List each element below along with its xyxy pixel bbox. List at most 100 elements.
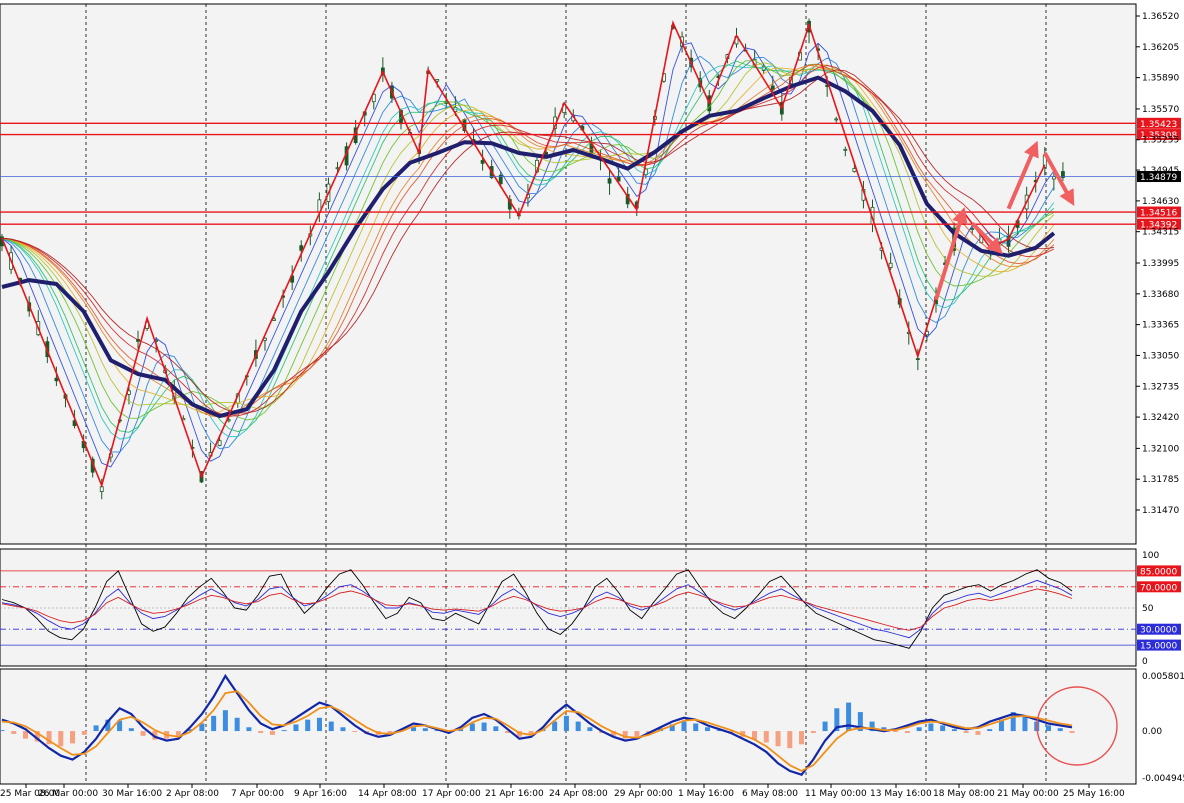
price-tick-label: 1.33365: [1142, 321, 1179, 331]
osc-level-label: 85.0000: [1140, 567, 1177, 577]
macd-hist-bar: [316, 717, 322, 732]
price-pane-bg: [0, 3, 1137, 545]
oscillator-pane-bg: [0, 548, 1137, 667]
candle-body: [843, 148, 848, 151]
macd-hist-bar: [469, 723, 475, 732]
candle-body: [435, 79, 440, 82]
time-tick-label: 24 Apr 08:00: [549, 789, 608, 799]
candle-body: [607, 178, 612, 184]
macd-hist-bar: [634, 731, 640, 737]
macd-hist-bar: [305, 719, 311, 732]
price-tick-label: 1.33050: [1142, 351, 1179, 361]
macd-hist-bar: [963, 731, 969, 733]
macd-hist-bar: [211, 715, 217, 732]
price-tick-label: 1.32420: [1142, 413, 1179, 423]
macd-hist-bar: [704, 727, 710, 732]
macd-hist-bar: [928, 723, 934, 732]
macd-hist-bar: [422, 728, 428, 732]
price-tick-label: 1.35890: [1142, 74, 1179, 84]
price-tick-label: 1.36205: [1142, 43, 1179, 53]
price-axis: 1.354231.353081.348791.345161.343921.365…: [1136, 12, 1184, 784]
macd-hist-bar: [1069, 731, 1075, 733]
macd-hist-bar: [987, 729, 993, 732]
macd-hist-bar: [140, 731, 146, 736]
candle-body: [834, 118, 839, 121]
macd-hist-bar: [11, 731, 17, 734]
macd-hist-bar: [681, 721, 687, 732]
macd-hist-bar: [222, 710, 228, 732]
time-tick-label: 2 Apr 08:00: [166, 789, 219, 799]
candle-body: [217, 440, 222, 446]
time-tick-label: 9 Apr 16:00: [294, 789, 347, 799]
macd-hist-bar: [352, 731, 358, 733]
macd-hist-bar: [481, 722, 487, 732]
macd-hist-bar: [693, 723, 699, 732]
macd-hist-bar: [328, 721, 334, 732]
macd-hist-bar: [246, 727, 252, 732]
price-tick-label: 1.32100: [1142, 444, 1179, 454]
macd-hist-bar: [940, 725, 946, 732]
price-tick-label: 1.33680: [1142, 290, 1179, 300]
macd-hist-bar: [563, 715, 569, 732]
candle-body: [852, 168, 857, 172]
price-tick-label: 1.34945: [1142, 166, 1179, 176]
macd-hist-bar: [234, 717, 240, 732]
candle-body: [272, 318, 276, 321]
macd-hist-bar: [822, 721, 828, 732]
candle-body: [335, 167, 340, 170]
macd-hist-bar: [1057, 728, 1063, 732]
time-tick-label: 7 Apr 00:00: [231, 789, 284, 799]
macd-hist-bar: [1022, 715, 1028, 732]
macd-hist-bar: [1045, 725, 1051, 732]
macd-hist-bar: [340, 727, 346, 732]
macd-hist-bar: [175, 731, 181, 736]
time-tick-label: 14 Apr 08:00: [358, 789, 417, 799]
candle-body: [54, 377, 59, 382]
macd-hist-bar: [128, 728, 134, 732]
macd-hist-bar: [904, 731, 910, 733]
price-tick-label: 1.31785: [1142, 475, 1179, 485]
macd-hist-bar: [293, 724, 299, 732]
price-tick-label: 1.35255: [1142, 136, 1179, 146]
macd-hist-bar: [58, 731, 64, 747]
macd-hist-bar: [269, 731, 275, 735]
price-tick-label: 1.32735: [1142, 382, 1179, 392]
candle-body: [970, 228, 975, 230]
macd-hist-bar: [775, 731, 781, 747]
macd-tick-label: 0.0058016: [1142, 672, 1184, 682]
time-tick-label: 26 Mar 00:00: [38, 789, 98, 799]
macd-hist-bar: [893, 731, 899, 733]
macd-hist-bar: [787, 731, 793, 749]
macd-hist-bar: [258, 731, 264, 733]
osc-tick-label: 100: [1142, 551, 1159, 561]
time-tick-label: 18 May 08:00: [933, 789, 995, 799]
time-tick-label: 21 Apr 16:00: [485, 789, 544, 799]
time-tick-label: 21 May 00:00: [997, 789, 1059, 799]
time-tick-label: 11 May 00:00: [805, 789, 867, 799]
osc-level-label: 15.0000: [1140, 642, 1177, 652]
candle-body: [299, 245, 304, 251]
macd-hist-bar: [975, 731, 981, 735]
candle-body: [480, 160, 485, 164]
macd-hist-bar: [81, 731, 87, 735]
time-axis: 25 Mar 08:0026 Mar 00:00 30 Mar 16:00 2 Ap…: [0, 784, 1125, 799]
macd-hist-bar: [916, 727, 922, 732]
macd-hist-bar: [951, 729, 957, 732]
price-tick-label: 1.36520: [1142, 12, 1179, 22]
price-tick-label: 1.34630: [1142, 197, 1179, 207]
macd-tick-label: 0.00: [1142, 727, 1162, 737]
time-tick-label: 25 May 16:00: [1063, 789, 1125, 799]
macd-hist-bar: [587, 727, 593, 732]
macd-hist-bar: [799, 731, 805, 745]
time-tick-label: 13 May 16:00: [870, 789, 932, 799]
time-tick-label: 30 Mar 16:00: [102, 789, 162, 799]
candle-body: [888, 262, 893, 268]
price-tick-label: 1.31470: [1142, 506, 1179, 516]
macd-hist-bar: [23, 731, 29, 739]
macd-hist-bar: [575, 721, 581, 732]
macd-hist-bar: [0, 730, 5, 732]
osc-level-label: 70.0000: [1140, 583, 1177, 593]
osc-tick-label: 0: [1142, 657, 1148, 667]
chart-window: 1.35423 1.35308 1.34879 1.34516 1.34392 1.365…: [0, 0, 1184, 799]
macd-hist-bar: [493, 726, 499, 732]
